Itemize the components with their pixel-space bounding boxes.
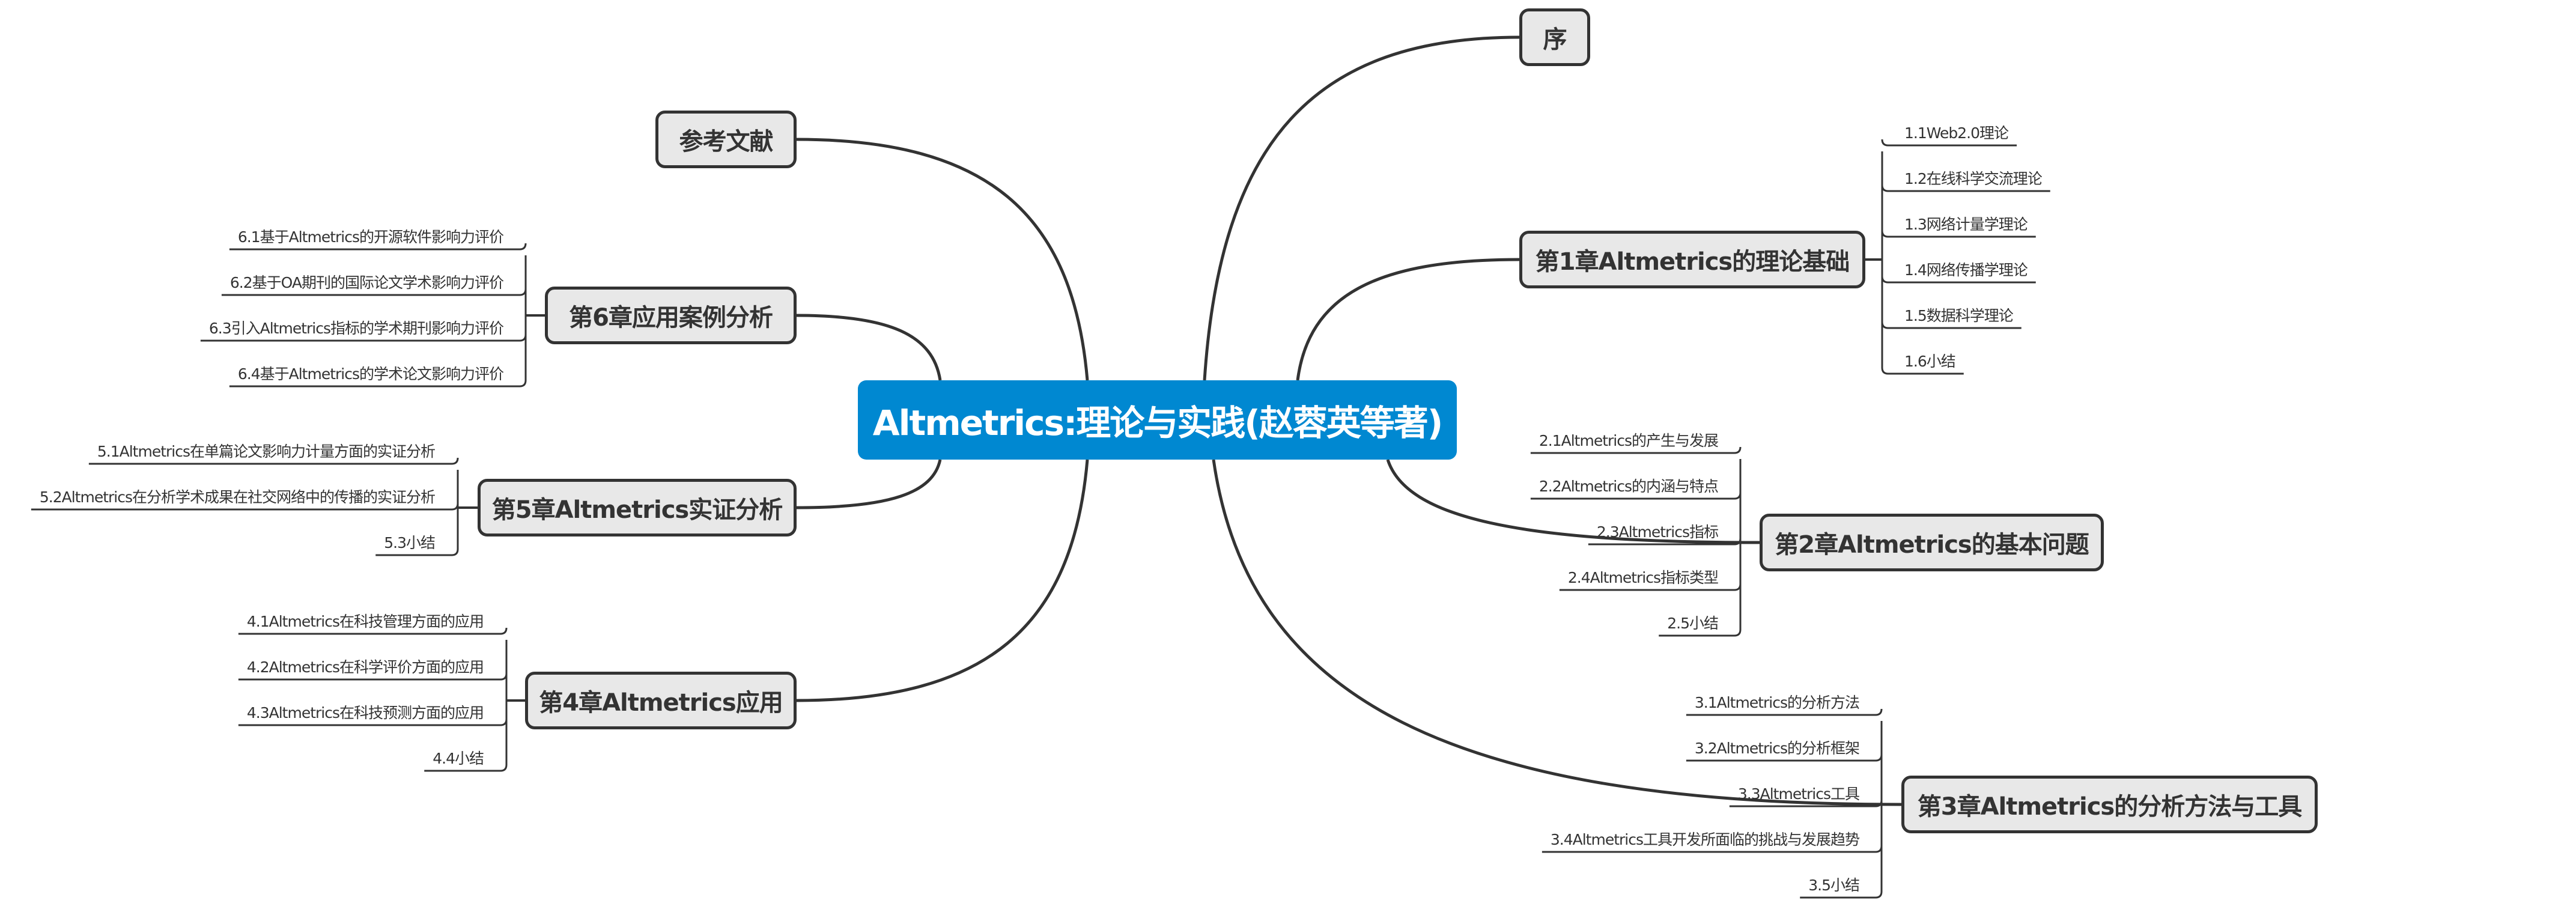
subtopic-ch6-4[interactable]: 6.4基于Altmetrics的学术论文影响力评价 xyxy=(238,362,504,384)
connector-preface xyxy=(1203,35,1520,381)
connector-ch6 xyxy=(796,314,942,381)
subtopic-ch4-1[interactable]: 4.1Altmetrics在科技管理方面的应用 xyxy=(247,610,484,631)
subtopic-ch5-3[interactable]: 5.3小结 xyxy=(384,531,436,553)
subtopic-ch1-3[interactable]: 1.3网络计量学理论 xyxy=(1904,213,2028,234)
subtopic-ch1-1[interactable]: 1.1Web2.0理论 xyxy=(1904,121,2009,143)
subtopic-ch4-4[interactable]: 4.4小结 xyxy=(433,747,484,768)
subtopic-ch3-5[interactable]: 3.5小结 xyxy=(1808,874,1860,895)
subtopic-ch2-4[interactable]: 2.4Altmetrics指标类型 xyxy=(1568,566,1719,588)
subtopic-ch6-3[interactable]: 6.3引入Altmetrics指标的学术期刊影响力评价 xyxy=(209,317,504,338)
subtopic-ch1-6[interactable]: 1.6小结 xyxy=(1904,350,1956,371)
subtopic-ch2-3[interactable]: 2.3Altmetrics指标 xyxy=(1597,520,1719,542)
connector-refs xyxy=(796,138,1089,381)
subtopic-ch3-4[interactable]: 3.4Altmetrics工具开发所面临的挑战与发展趋势 xyxy=(1551,828,1860,850)
subtopic-ch2-5[interactable]: 2.5小结 xyxy=(1667,612,1719,633)
subtopic-ch2-2[interactable]: 2.2Altmetrics的内涵与特点 xyxy=(1539,475,1719,496)
connector-ch4 xyxy=(796,459,1089,702)
subtopic-ch1-4[interactable]: 1.4网络传播学理论 xyxy=(1904,258,2028,280)
topic-ch1[interactable]: 第1章Altmetrics的理论基础 xyxy=(1519,231,1865,288)
subtopic-ch5-1[interactable]: 5.1Altmetrics在单篇论文影响力计量方面的实证分析 xyxy=(97,440,436,461)
topic-ch3[interactable]: 第3章Altmetrics的分析方法与工具 xyxy=(1901,776,2318,833)
connector-ch5 xyxy=(796,459,942,509)
topic-preface[interactable]: 序 xyxy=(1519,8,1590,66)
topic-ch5[interactable]: 第5章Altmetrics实证分析 xyxy=(478,479,797,536)
connector-ch1 xyxy=(1296,258,1520,381)
topic-refs[interactable]: 参考文献 xyxy=(655,111,797,168)
subtopic-ch3-2[interactable]: 3.2Altmetrics的分析框架 xyxy=(1695,737,1860,758)
subtopic-ch6-2[interactable]: 6.2基于OA期刊的国际论文学术影响力评价 xyxy=(230,271,504,293)
subtopic-ch3-1[interactable]: 3.1Altmetrics的分析方法 xyxy=(1695,691,1860,713)
central-topic[interactable]: Altmetrics:理论与实践(赵蓉英等著) xyxy=(858,380,1457,460)
topic-ch2[interactable]: 第2章Altmetrics的基本问题 xyxy=(1760,514,2104,571)
topic-ch6[interactable]: 第6章应用案例分析 xyxy=(545,287,797,344)
subtopic-ch3-3[interactable]: 3.3Altmetrics工具 xyxy=(1738,782,1860,804)
subtopic-ch4-2[interactable]: 4.2Altmetrics在科学评价方面的应用 xyxy=(247,655,484,677)
subtopic-ch6-1[interactable]: 6.1基于Altmetrics的开源软件影响力评价 xyxy=(238,225,504,247)
subtopic-ch4-3[interactable]: 4.3Altmetrics在科技预测方面的应用 xyxy=(247,701,484,723)
subtopic-ch1-2[interactable]: 1.2在线科学交流理论 xyxy=(1904,167,2043,189)
subtopic-ch5-2[interactable]: 5.2Altmetrics在分析学术成果在社交网络中的传播的实证分析 xyxy=(40,485,436,507)
subtopic-ch2-1[interactable]: 2.1Altmetrics的产生与发展 xyxy=(1539,429,1719,451)
subtopic-ch1-5[interactable]: 1.5数据科学理论 xyxy=(1904,304,2014,326)
topic-ch4[interactable]: 第4章Altmetrics应用 xyxy=(525,672,797,729)
